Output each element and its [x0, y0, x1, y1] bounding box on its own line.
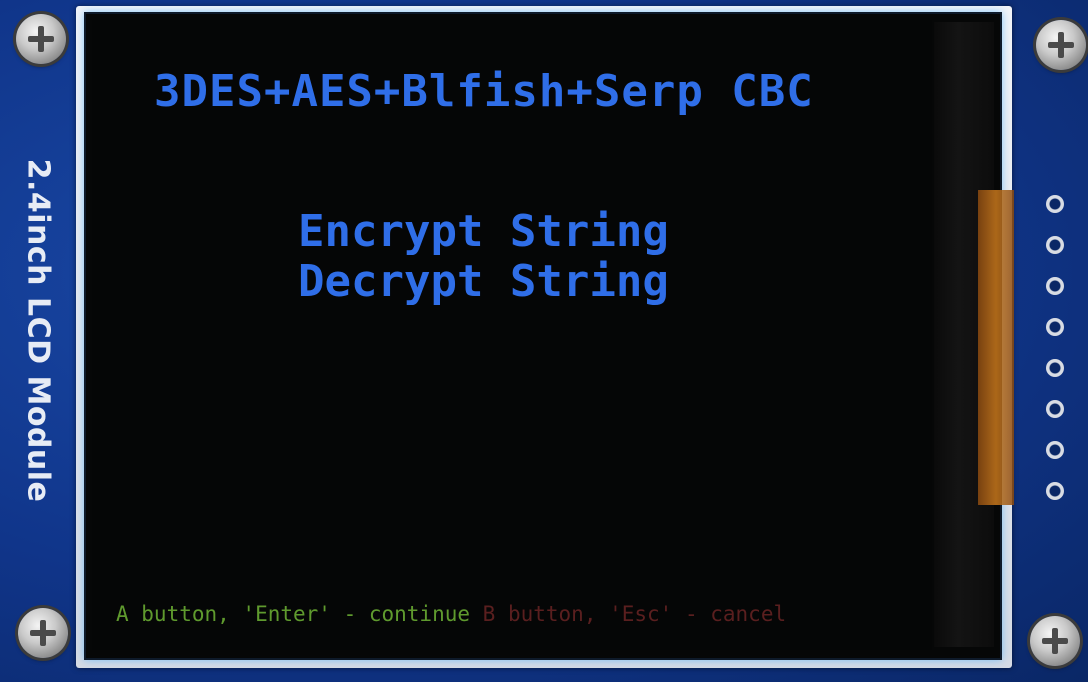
- key-hints: A button, 'Enter' - continue B button, '…: [116, 602, 916, 626]
- pin-icon: [1046, 277, 1064, 295]
- cipher-menu: Encrypt String Decrypt String: [298, 208, 669, 306]
- screw-icon: [16, 14, 66, 64]
- pin-icon: [1046, 359, 1064, 377]
- hint-b-button: B button, 'Esc' - cancel: [482, 602, 787, 626]
- hint-a-button: A button, 'Enter' - continue: [116, 602, 471, 626]
- menu-item-decrypt-string[interactable]: Decrypt String: [298, 258, 669, 306]
- flex-cable-connector: [978, 190, 1014, 505]
- screw-icon: [1036, 20, 1086, 70]
- screen-title: 3DES+AES+Blfish+Serp CBC: [154, 66, 814, 117]
- pin-icon: [1046, 195, 1064, 213]
- pin-icon: [1046, 400, 1064, 418]
- pin-icon: [1046, 441, 1064, 459]
- side-label-text: 2.4inch LCD Module: [20, 158, 56, 502]
- pin-icon: [1046, 482, 1064, 500]
- screw-icon: [18, 608, 68, 658]
- lcd-module-board: 2.4inch LCD Module 3DES+AES+Blfish+Serp …: [0, 0, 1088, 682]
- pin-header-icon: [1038, 195, 1072, 500]
- menu-item-encrypt-string[interactable]: Encrypt String: [298, 208, 669, 256]
- screw-icon: [1030, 616, 1080, 666]
- lcd-display: 3DES+AES+Blfish+Serp CBC Encrypt String …: [92, 20, 932, 650]
- pin-icon: [1046, 318, 1064, 336]
- pin-icon: [1046, 236, 1064, 254]
- module-side-label: 2.4inch LCD Module: [8, 95, 68, 565]
